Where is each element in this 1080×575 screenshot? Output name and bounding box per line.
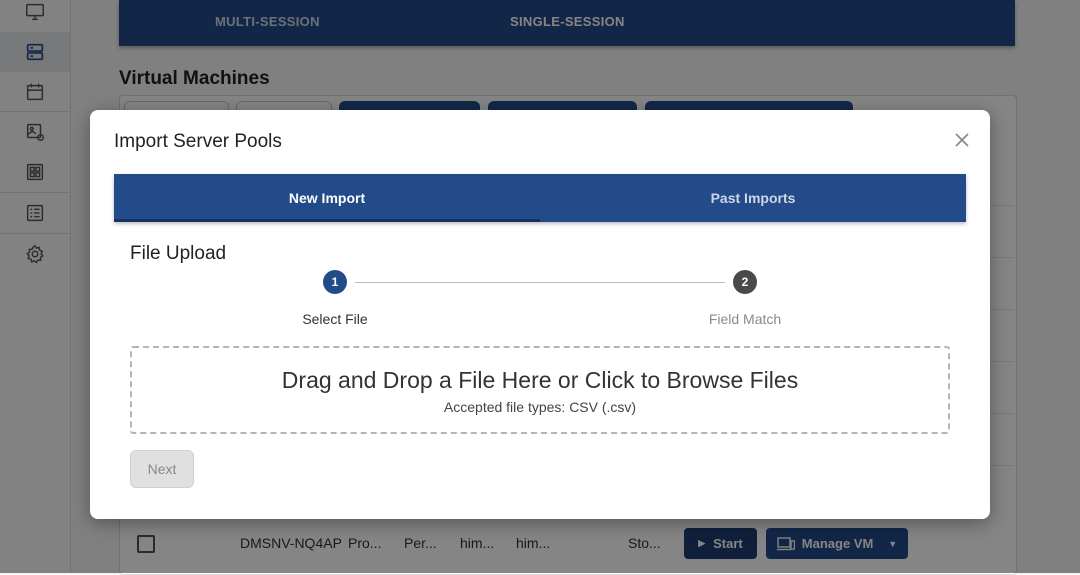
import-dialog: Import Server Pools New Import Past Impo… [90, 110, 990, 519]
close-button[interactable] [950, 128, 974, 152]
dialog-title: Import Server Pools [114, 131, 282, 152]
step-1-label: Select File [302, 311, 368, 327]
import-tabs: New Import Past Imports [114, 174, 966, 222]
stepper-connector [355, 282, 725, 283]
step-2-indicator: 2 [733, 270, 757, 294]
step-1-indicator: 1 [323, 270, 347, 294]
active-tab-indicator [114, 219, 540, 222]
next-button[interactable]: Next [130, 450, 194, 488]
file-dropzone[interactable]: Drag and Drop a File Here or Click to Br… [130, 346, 950, 434]
close-icon [955, 133, 969, 147]
tab-new-import[interactable]: New Import [114, 174, 540, 222]
tab-past-imports[interactable]: Past Imports [540, 174, 966, 222]
section-title: File Upload [130, 243, 227, 264]
dropzone-instructions: Drag and Drop a File Here or Click to Br… [281, 367, 799, 393]
accepted-file-types: Accepted file types: CSV (.csv) [443, 399, 637, 415]
step-2-label: Field Match [708, 311, 782, 327]
